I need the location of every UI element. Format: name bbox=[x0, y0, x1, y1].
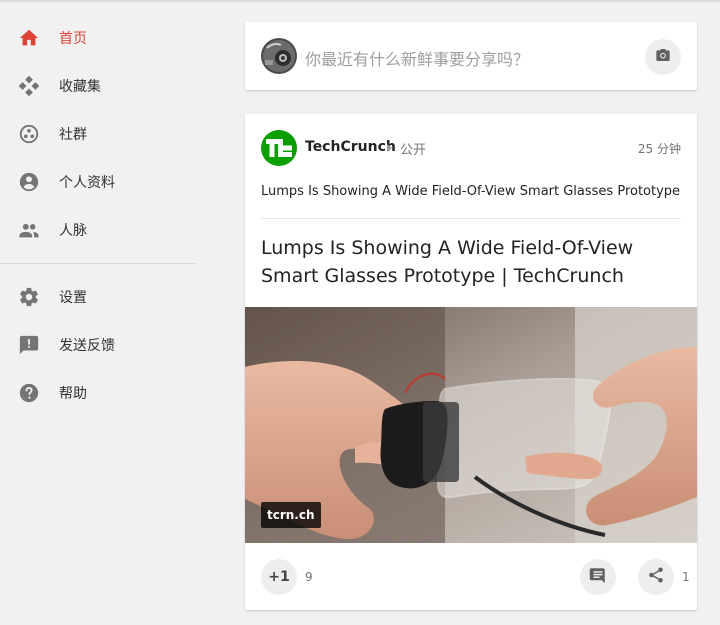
people-icon bbox=[18, 219, 40, 241]
share-icon bbox=[647, 566, 665, 588]
sidebar-item-communities[interactable]: 社群 bbox=[0, 110, 196, 158]
techcrunch-logo-icon bbox=[266, 139, 292, 157]
sidebar-item-profile[interactable]: 个人资料 bbox=[0, 158, 196, 206]
gear-icon bbox=[18, 286, 40, 308]
sidebar-item-settings[interactable]: 设置 bbox=[0, 273, 196, 321]
post-card: TechCrunch 公开 25 分钟 Lumps Is Showing A W… bbox=[245, 114, 697, 610]
sidebar-item-label: 社群 bbox=[59, 127, 87, 143]
sidebar-item-feedback[interactable]: 发送反馈 bbox=[0, 321, 196, 369]
sidebar-item-label: 收藏集 bbox=[59, 79, 101, 95]
post-visibility: 公开 bbox=[400, 143, 427, 158]
comment-button[interactable] bbox=[580, 559, 616, 595]
avatar[interactable] bbox=[261, 38, 297, 74]
share-count: 1 bbox=[682, 570, 690, 584]
sidebar-item-label: 首页 bbox=[59, 31, 87, 47]
sidebar-item-home[interactable]: 首页 bbox=[0, 14, 196, 62]
home-icon bbox=[18, 27, 40, 49]
camera-button[interactable] bbox=[645, 39, 681, 75]
top-shadow bbox=[0, 0, 720, 3]
plus-one-button[interactable]: +1 bbox=[261, 559, 297, 595]
sidebar-item-label: 发送反馈 bbox=[59, 338, 115, 354]
sidebar-item-label: 帮助 bbox=[59, 386, 87, 402]
sidebar-item-collections[interactable]: 收藏集 bbox=[0, 62, 196, 110]
link-title[interactable]: Lumps Is Showing A Wide Field-Of-View Sm… bbox=[261, 234, 681, 290]
sidebar-divider bbox=[0, 263, 196, 264]
comment-icon bbox=[589, 566, 607, 588]
communities-icon bbox=[18, 123, 40, 145]
profile-icon bbox=[18, 171, 40, 193]
sidebar-item-people[interactable]: 人脉 bbox=[0, 206, 196, 254]
sidebar: 首页 收藏集 社群 个人资料 人脉 设置 发送反馈 帮助 bbox=[0, 14, 196, 417]
link-preview-image[interactable]: tcrn.ch bbox=[245, 307, 697, 543]
post-timestamp[interactable]: 25 分钟 bbox=[638, 140, 681, 157]
camera-icon bbox=[655, 47, 671, 67]
link-domain-badge: tcrn.ch bbox=[261, 502, 321, 528]
feedback-icon bbox=[18, 334, 40, 356]
post-author[interactable]: TechCrunch bbox=[305, 139, 396, 155]
plus-one-count: 9 bbox=[305, 570, 313, 584]
share-button[interactable] bbox=[638, 559, 674, 595]
help-icon bbox=[18, 382, 40, 404]
sidebar-item-label: 设置 bbox=[59, 290, 87, 306]
collections-icon bbox=[18, 75, 40, 97]
sidebar-item-help[interactable]: 帮助 bbox=[0, 369, 196, 417]
share-input[interactable]: 你最近有什么新鲜事要分享吗？ bbox=[305, 46, 529, 70]
sidebar-item-label: 人脉 bbox=[59, 223, 87, 239]
author-avatar[interactable] bbox=[261, 130, 297, 166]
post-divider bbox=[261, 218, 681, 219]
sidebar-item-label: 个人资料 bbox=[59, 175, 115, 191]
share-box[interactable]: 你最近有什么新鲜事要分享吗？ bbox=[245, 22, 697, 90]
post-text: Lumps Is Showing A Wide Field-Of-View Sm… bbox=[261, 184, 681, 199]
chevron-right-icon bbox=[387, 144, 392, 152]
